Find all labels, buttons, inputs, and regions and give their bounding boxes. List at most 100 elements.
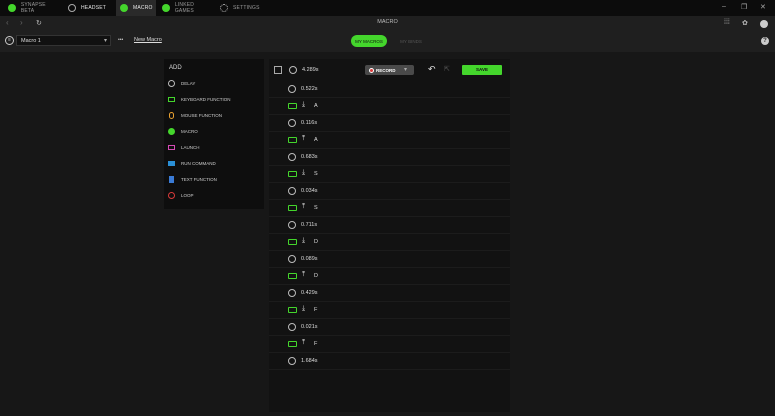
key-value: S: [314, 171, 318, 177]
my-macros-button[interactable]: MY MACROS: [351, 35, 387, 47]
tab-headset[interactable]: HEADSET: [66, 0, 110, 16]
top-bar: SYNAPSE BETA HEADSET MACRO LINKED GAMES …: [0, 0, 775, 16]
key-value: A: [314, 137, 318, 143]
add-item-label: LOOP: [181, 192, 194, 198]
clock-icon: [288, 289, 296, 297]
add-item-label: DELAY: [181, 80, 196, 86]
tab-macro[interactable]: MACRO: [116, 0, 156, 16]
key-up-icon: ⤒: [302, 339, 306, 346]
record-icon: [369, 68, 374, 73]
add-keyboard-function[interactable]: KEYBOARD FUNCTION: [168, 93, 262, 105]
apps-grid-icon[interactable]: ⁞⁞⁞: [724, 19, 730, 26]
tab-label: MACRO: [133, 5, 153, 11]
help-icon[interactable]: ?: [761, 37, 769, 45]
linked-games-icon: [162, 4, 170, 12]
list-item[interactable]: 0.116s: [269, 115, 510, 132]
list-item[interactable]: 0.021s: [269, 319, 510, 336]
list-item[interactable]: ⤓ S: [269, 166, 510, 183]
delay-value: 0.089s: [301, 256, 318, 262]
key-value: F: [314, 341, 318, 347]
list-item[interactable]: ⤓ A: [269, 98, 510, 115]
chevron-down-icon: ▾: [103, 38, 107, 44]
macro-list-icon[interactable]: ≡: [5, 36, 14, 45]
keyboard-icon: [288, 205, 297, 211]
clock-icon: [288, 357, 296, 365]
delay-value: 0.034s: [301, 188, 318, 194]
delay-value: 0.116s: [301, 120, 318, 126]
minimize-button[interactable]: –: [722, 3, 726, 10]
synapse-icon: [8, 4, 16, 12]
add-item-label: MACRO: [181, 128, 198, 134]
list-item[interactable]: 0.711s: [269, 217, 510, 234]
key-value: D: [314, 273, 318, 279]
delay-value: 0.021s: [301, 324, 318, 330]
clock-icon: [288, 323, 296, 331]
tab-linked-games[interactable]: LINKED GAMES: [160, 0, 214, 16]
add-run-command[interactable]: RUN COMMAND: [168, 157, 262, 169]
tab-settings[interactable]: SETTINGS: [218, 0, 260, 16]
close-button[interactable]: ✕: [760, 3, 766, 11]
tab-label: SETTINGS: [233, 5, 260, 11]
add-launch[interactable]: LAUNCH: [168, 141, 262, 153]
my-binds-button[interactable]: MY BINDS: [392, 35, 430, 47]
record-button[interactable]: RECORD ▾: [365, 65, 414, 75]
keyboard-icon: [168, 96, 175, 102]
gear-icon[interactable]: ✿: [742, 19, 748, 27]
list-item[interactable]: ⤒ A: [269, 132, 510, 149]
keyboard-icon: [288, 103, 297, 109]
key-down-icon: ⤓: [302, 237, 306, 244]
list-item[interactable]: 1.684s: [269, 353, 510, 370]
key-value: D: [314, 239, 318, 245]
key-down-icon: ⤓: [302, 169, 306, 176]
delay-value: 0.683s: [301, 154, 318, 160]
add-macro[interactable]: MACRO: [168, 125, 262, 137]
list-item[interactable]: ⤒ S: [269, 200, 510, 217]
more-button[interactable]: •••: [118, 37, 123, 43]
page-title: MACRO: [377, 19, 398, 25]
add-text-function[interactable]: TEXT FUNCTION: [168, 173, 262, 185]
key-down-icon: ⤓: [302, 101, 306, 108]
gear-icon: [220, 4, 228, 12]
save-button[interactable]: SAVE: [462, 65, 502, 75]
list-item[interactable]: ⤒ D: [269, 268, 510, 285]
keyboard-icon: [288, 137, 297, 143]
select-all-checkbox[interactable]: [274, 66, 282, 74]
event-list-header: 4.289s RECORD ▾ ↶ ⇱ SAVE: [269, 59, 510, 81]
macro-icon: [120, 4, 128, 12]
macro-toolbar: ≡ Macro 1 ▾ ••• New Macro MY MACROS MY B…: [0, 30, 775, 52]
add-delay[interactable]: DELAY: [168, 77, 262, 89]
macro-select[interactable]: Macro 1 ▾: [16, 35, 111, 46]
profile-icon[interactable]: [760, 20, 768, 28]
tab-synapse-beta[interactable]: SYNAPSE BETA: [0, 0, 60, 16]
list-item[interactable]: ⤒ F: [269, 336, 510, 353]
list-item[interactable]: 0.683s: [269, 149, 510, 166]
list-item[interactable]: 0.089s: [269, 251, 510, 268]
list-item[interactable]: ⤓ F: [269, 302, 510, 319]
list-item[interactable]: 0.429s: [269, 285, 510, 302]
keyboard-icon: [288, 341, 297, 347]
maximize-button[interactable]: ❐: [741, 3, 747, 11]
mouse-icon: [169, 111, 174, 119]
delay-value: 1.684s: [301, 358, 318, 364]
keyboard-icon: [288, 307, 297, 313]
macro-select-value: Macro 1: [21, 38, 41, 44]
add-loop[interactable]: LOOP: [168, 189, 262, 201]
list-item[interactable]: ⤓ D: [269, 234, 510, 251]
key-value: F: [314, 307, 318, 313]
loop-icon: [168, 191, 175, 199]
clock-icon: [288, 119, 296, 127]
export-icon[interactable]: ⇱: [444, 65, 450, 73]
clock-icon: [288, 187, 296, 195]
undo-icon[interactable]: ↶: [428, 64, 436, 75]
list-item[interactable]: 0.034s: [269, 183, 510, 200]
macro-icon: [168, 127, 175, 135]
key-down-icon: ⤓: [302, 305, 306, 312]
clock-icon: [288, 85, 296, 93]
tab-label: SYNAPSE BETA: [20, 2, 46, 14]
clock-icon: [288, 255, 296, 263]
new-macro-link[interactable]: New Macro: [134, 37, 162, 43]
list-item[interactable]: 0.522s: [269, 81, 510, 98]
clock-icon: [288, 153, 296, 161]
add-panel: ADD DELAY KEYBOARD FUNCTION MOUSE FUNCTI…: [164, 59, 264, 209]
add-mouse-function[interactable]: MOUSE FUNCTION: [168, 109, 262, 121]
